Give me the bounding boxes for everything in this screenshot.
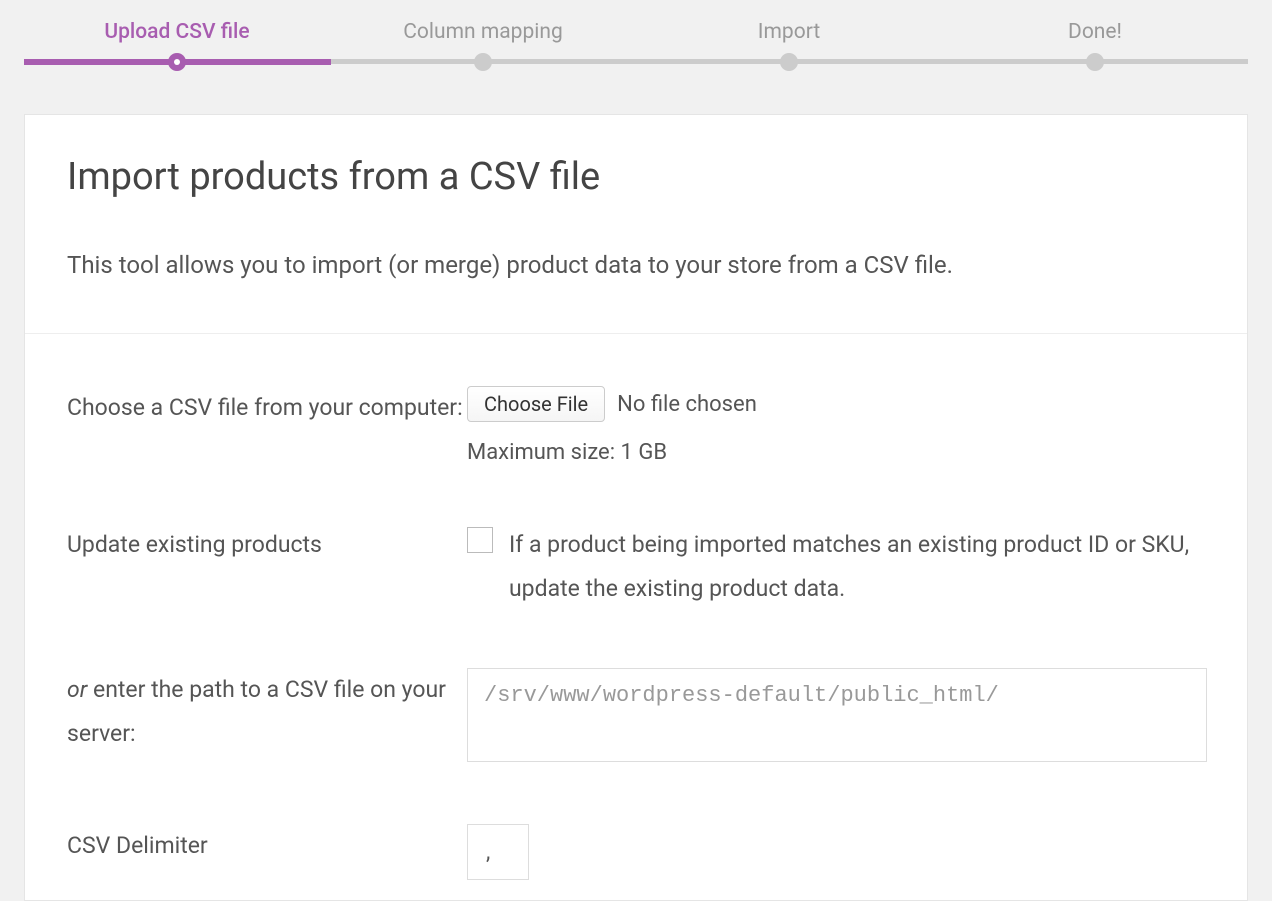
choose-file-label: Choose a CSV file from your computer: [67, 386, 467, 430]
step-done: Done! [942, 20, 1248, 44]
step-upload[interactable]: Upload CSV file [24, 20, 330, 44]
row-choose-file: Choose a CSV file from your computer: Ch… [67, 386, 1205, 465]
server-path-input[interactable] [467, 668, 1207, 762]
or-prefix: or [67, 676, 87, 703]
server-path-control [467, 668, 1207, 766]
no-file-chosen-text: No file chosen [617, 392, 757, 417]
checkbox-row: If a product being imported matches an e… [467, 523, 1205, 610]
update-existing-description: If a product being imported matches an e… [509, 523, 1205, 610]
update-existing-control: If a product being imported matches an e… [467, 523, 1205, 610]
progress-dot-4 [1086, 53, 1104, 71]
choose-file-button[interactable]: Choose File [467, 386, 605, 422]
server-path-label-rest: enter the path to a CSV file on your ser… [67, 676, 446, 747]
server-path-label: or enter the path to a CSV file on your … [67, 668, 467, 755]
row-server-path: or enter the path to a CSV file on your … [67, 668, 1205, 766]
step-import: Import [636, 20, 942, 44]
progress-dot-3 [780, 53, 798, 71]
row-update-existing: Update existing products If a product be… [67, 523, 1205, 610]
update-existing-label: Update existing products [67, 523, 467, 567]
choose-file-control: Choose File No file chosen Maximum size:… [467, 386, 1205, 465]
row-delimiter: CSV Delimiter [67, 824, 1205, 880]
max-size-text: Maximum size: 1 GB [467, 440, 1205, 465]
step-column-mapping: Column mapping [330, 20, 636, 44]
delimiter-input[interactable] [467, 824, 529, 880]
progress-container: Upload CSV file Column mapping Import Do… [0, 0, 1272, 74]
update-existing-checkbox[interactable] [467, 527, 493, 553]
progress-steps: Upload CSV file Column mapping Import Do… [24, 20, 1248, 74]
progress-dot-2 [474, 53, 492, 71]
page-title: Import products from a CSV file [67, 155, 1205, 199]
import-panel: Import products from a CSV file This too… [24, 114, 1248, 901]
delimiter-label: CSV Delimiter [67, 824, 467, 868]
file-input-row: Choose File No file chosen [467, 386, 1205, 422]
delimiter-control [467, 824, 1205, 880]
form-body: Choose a CSV file from your computer: Ch… [25, 334, 1247, 900]
progress-dot-1 [168, 53, 186, 71]
panel-header: Import products from a CSV file This too… [25, 115, 1247, 334]
page-description: This tool allows you to import (or merge… [67, 247, 1205, 283]
